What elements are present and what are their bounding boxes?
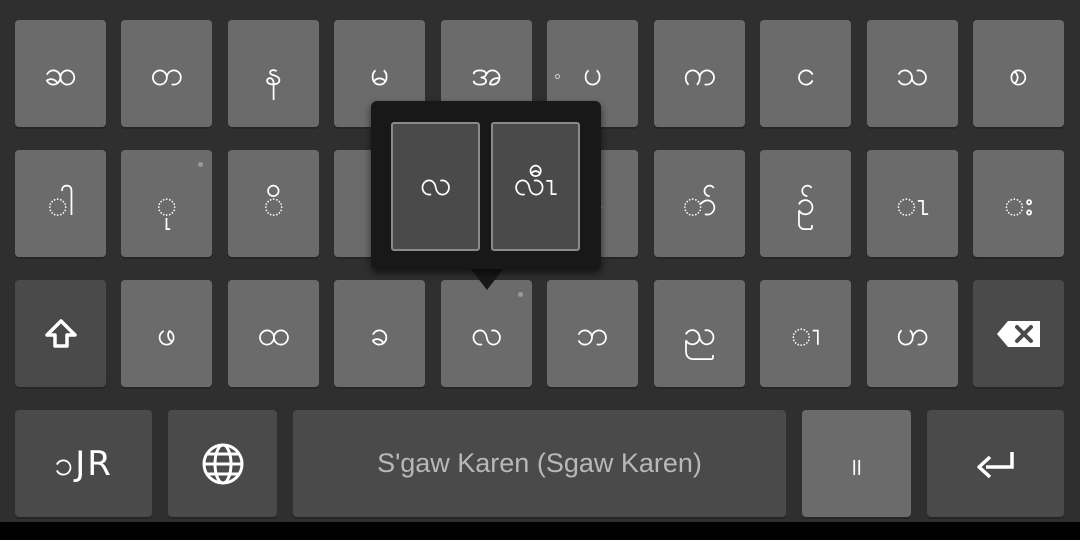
- key-label: ခ: [369, 313, 390, 354]
- key-label: ဖ: [156, 313, 177, 354]
- key-label: ထ: [257, 313, 290, 354]
- key-row1-9[interactable]: သ: [867, 20, 958, 127]
- key-label: ၤ: [895, 183, 930, 224]
- key-row2-10[interactable]: း: [973, 150, 1064, 257]
- key-row2-1[interactable]: ါ: [15, 150, 106, 257]
- globe-icon: [201, 442, 245, 486]
- key-row3-1[interactable]: ဖ: [121, 280, 212, 387]
- key-label: အ: [470, 53, 503, 94]
- key-row1-2[interactable]: တ: [121, 20, 212, 127]
- key-row3-8[interactable]: ဟ: [867, 280, 958, 387]
- key-label: း: [1003, 183, 1034, 224]
- shift-icon: [44, 318, 78, 349]
- key-row3-6[interactable]: ည: [654, 280, 745, 387]
- key-label: ည: [683, 313, 716, 354]
- key-row3-3[interactable]: ခ: [334, 280, 425, 387]
- popup-option-label: လ: [419, 164, 452, 204]
- key-row3-4[interactable]: လ: [441, 280, 532, 387]
- soft-keyboard: ဆ တ န မ အ ပ က င သ စ ါ ု ိ ဲ ွ ံ ာ် ဉ် ၤ …: [0, 0, 1080, 522]
- key-label: က: [682, 53, 717, 94]
- key-label: လ: [470, 313, 503, 354]
- long-press-dot-icon: [198, 162, 203, 167]
- language-switch-label: ၥJR: [54, 443, 113, 484]
- key-label: ာ်: [681, 183, 718, 224]
- backspace-button[interactable]: [973, 280, 1064, 387]
- key-label: ပ: [582, 53, 603, 94]
- key-label: ဉ်: [796, 183, 815, 224]
- long-press-dot-icon: [518, 292, 523, 297]
- key-label: စ: [1008, 53, 1029, 94]
- key-label: မ: [369, 53, 390, 94]
- key-row2-3[interactable]: ိ: [228, 150, 319, 257]
- key-row1-8[interactable]: င: [760, 20, 851, 127]
- key-label: ါ: [47, 183, 74, 224]
- shift-button[interactable]: [15, 280, 106, 387]
- key-label: ဟ: [895, 313, 930, 354]
- backspace-icon: [996, 319, 1042, 349]
- popup-pointer: [470, 268, 504, 290]
- key-row2-8[interactable]: ဉ်: [760, 150, 851, 257]
- popup-option-label: လီၤ: [513, 164, 558, 204]
- enter-icon: [976, 449, 1016, 479]
- key-row3-7[interactable]: ၢ: [760, 280, 851, 387]
- key-row1-10[interactable]: စ: [973, 20, 1064, 127]
- key-row3-2[interactable]: ထ: [228, 280, 319, 387]
- key-label: တ: [149, 53, 184, 94]
- hint-ring-icon: [555, 74, 560, 79]
- key-label: ၢ: [790, 313, 821, 354]
- key-label: င: [796, 53, 815, 94]
- space-bar[interactable]: S'gaw Karen (Sgaw Karen): [293, 410, 786, 517]
- enter-button[interactable]: [927, 410, 1064, 517]
- key-row1-1[interactable]: ဆ: [15, 20, 106, 127]
- space-bar-label: S'gaw Karen (Sgaw Karen): [377, 448, 702, 478]
- key-label: ဘ: [576, 313, 609, 354]
- long-press-popup: လ လီၤ: [371, 101, 601, 269]
- key-row2-7[interactable]: ာ်: [654, 150, 745, 257]
- key-label: ိ: [262, 183, 285, 224]
- key-label: ု: [155, 183, 178, 224]
- key-label: သ: [896, 53, 929, 94]
- key-label: န: [264, 53, 283, 94]
- popup-option-1[interactable]: လ: [391, 122, 480, 251]
- key-row2-2[interactable]: ု: [121, 150, 212, 257]
- popup-option-2[interactable]: လီၤ: [491, 122, 580, 251]
- key-row1-7[interactable]: က: [654, 20, 745, 127]
- key-row1-3[interactable]: န: [228, 20, 319, 127]
- punctuation-key[interactable]: ။: [802, 410, 911, 517]
- language-switch-button[interactable]: ၥJR: [15, 410, 152, 517]
- globe-button[interactable]: [168, 410, 277, 517]
- key-label: ဆ: [44, 53, 77, 94]
- key-row2-9[interactable]: ၤ: [867, 150, 958, 257]
- key-label: ။: [851, 443, 862, 484]
- key-row3-5[interactable]: ဘ: [547, 280, 638, 387]
